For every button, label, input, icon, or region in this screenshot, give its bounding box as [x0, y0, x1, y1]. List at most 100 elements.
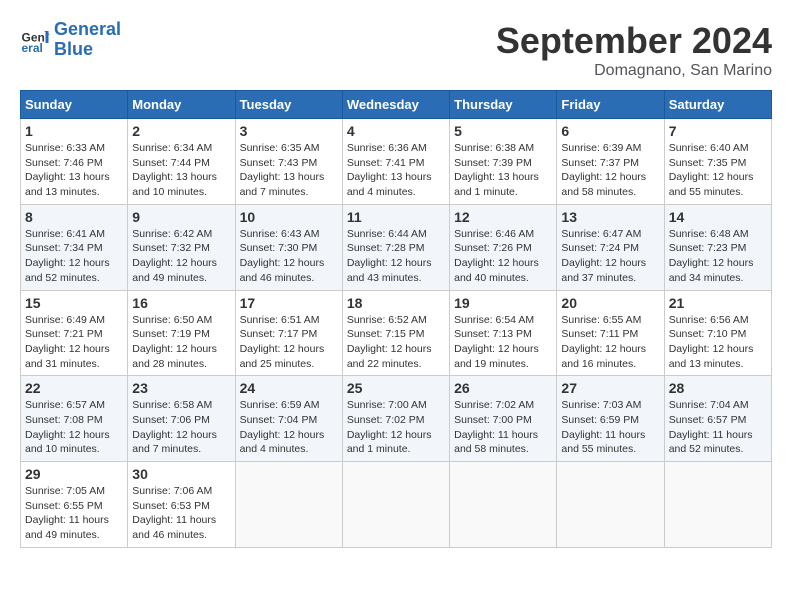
title-block: September 2024 Domagnano, San Marino — [496, 20, 772, 80]
day-number: 16 — [132, 295, 230, 311]
day-info: Sunrise: 6:50 AM Sunset: 7:19 PM Dayligh… — [132, 313, 230, 372]
day-info: Sunrise: 6:46 AM Sunset: 7:26 PM Dayligh… — [454, 227, 552, 286]
logo-text-line2: Blue — [54, 40, 121, 60]
calendar-cell: 27 Sunrise: 7:03 AM Sunset: 6:59 PM Dayli… — [557, 376, 664, 462]
calendar-cell: 2Sunrise: 6:34 AM Sunset: 7:44 PM Daylig… — [128, 119, 235, 205]
day-number: 8 — [25, 209, 123, 225]
day-info: Sunrise: 6:41 AM Sunset: 7:34 PM Dayligh… — [25, 227, 123, 286]
weekday-header-tuesday: Tuesday — [235, 91, 342, 119]
day-info: Sunrise: 6:40 AM Sunset: 7:35 PM Dayligh… — [669, 141, 767, 200]
day-number: 1 — [25, 123, 123, 139]
day-info: Sunrise: 6:52 AM Sunset: 7:15 PM Dayligh… — [347, 313, 445, 372]
day-number: 30 — [132, 466, 230, 482]
page-header: Gen eral General Blue September 2024 Dom… — [20, 20, 772, 80]
calendar-cell: 8 Sunrise: 6:41 AM Sunset: 7:34 PM Daylig… — [21, 204, 128, 290]
month-title: September 2024 — [496, 20, 772, 62]
calendar-week-2: 8 Sunrise: 6:41 AM Sunset: 7:34 PM Daylig… — [21, 204, 772, 290]
day-number: 11 — [347, 209, 445, 225]
day-info: Sunrise: 6:59 AM Sunset: 7:04 PM Dayligh… — [240, 398, 338, 457]
calendar-cell: 15 Sunrise: 6:49 AM Sunset: 7:21 PM Dayli… — [21, 290, 128, 376]
day-number: 18 — [347, 295, 445, 311]
day-info: Sunrise: 7:03 AM Sunset: 6:59 PM Dayligh… — [561, 398, 659, 457]
calendar-cell: 20 Sunrise: 6:55 AM Sunset: 7:11 PM Dayli… — [557, 290, 664, 376]
calendar-table: SundayMondayTuesdayWednesdayThursdayFrid… — [20, 90, 772, 548]
calendar-cell: 18 Sunrise: 6:52 AM Sunset: 7:15 PM Dayli… — [342, 290, 449, 376]
day-info: Sunrise: 6:42 AM Sunset: 7:32 PM Dayligh… — [132, 227, 230, 286]
day-number: 15 — [25, 295, 123, 311]
day-number: 13 — [561, 209, 659, 225]
calendar-cell: 21Sunrise: 6:56 AM Sunset: 7:10 PM Dayli… — [664, 290, 771, 376]
day-number: 17 — [240, 295, 338, 311]
day-number: 14 — [669, 209, 767, 225]
day-info: Sunrise: 7:06 AM Sunset: 6:53 PM Dayligh… — [132, 484, 230, 543]
calendar-cell — [450, 462, 557, 548]
day-number: 20 — [561, 295, 659, 311]
day-number: 12 — [454, 209, 552, 225]
calendar-cell: 14 Sunrise: 6:48 AM Sunset: 7:23 PM Dayli… — [664, 204, 771, 290]
day-number: 26 — [454, 380, 552, 396]
weekday-header-wednesday: Wednesday — [342, 91, 449, 119]
calendar-cell: 9 Sunrise: 6:42 AM Sunset: 7:32 PM Daylig… — [128, 204, 235, 290]
day-number: 6 — [561, 123, 659, 139]
weekday-header-monday: Monday — [128, 91, 235, 119]
day-info: Sunrise: 6:48 AM Sunset: 7:23 PM Dayligh… — [669, 227, 767, 286]
day-number: 29 — [25, 466, 123, 482]
calendar-cell: 28Sunrise: 7:04 AM Sunset: 6:57 PM Dayli… — [664, 376, 771, 462]
day-number: 23 — [132, 380, 230, 396]
calendar-cell: 11Sunrise: 6:44 AM Sunset: 7:28 PM Dayli… — [342, 204, 449, 290]
day-number: 5 — [454, 123, 552, 139]
calendar-week-4: 22 Sunrise: 6:57 AM Sunset: 7:08 PM Dayli… — [21, 376, 772, 462]
weekday-header-saturday: Saturday — [664, 91, 771, 119]
weekday-header-thursday: Thursday — [450, 91, 557, 119]
day-number: 9 — [132, 209, 230, 225]
day-info: Sunrise: 7:00 AM Sunset: 7:02 PM Dayligh… — [347, 398, 445, 457]
calendar-cell: 23 Sunrise: 6:58 AM Sunset: 7:06 PM Dayli… — [128, 376, 235, 462]
svg-text:eral: eral — [22, 41, 43, 55]
calendar-cell — [557, 462, 664, 548]
calendar-cell: 4Sunrise: 6:36 AM Sunset: 7:41 PM Daylig… — [342, 119, 449, 205]
calendar-cell: 19 Sunrise: 6:54 AM Sunset: 7:13 PM Dayli… — [450, 290, 557, 376]
day-info: Sunrise: 6:57 AM Sunset: 7:08 PM Dayligh… — [25, 398, 123, 457]
day-number: 24 — [240, 380, 338, 396]
day-info: Sunrise: 7:02 AM Sunset: 7:00 PM Dayligh… — [454, 398, 552, 457]
location-subtitle: Domagnano, San Marino — [496, 62, 772, 80]
calendar-cell: 7Sunrise: 6:40 AM Sunset: 7:35 PM Daylig… — [664, 119, 771, 205]
calendar-cell: 12 Sunrise: 6:46 AM Sunset: 7:26 PM Dayli… — [450, 204, 557, 290]
day-info: Sunrise: 6:33 AM Sunset: 7:46 PM Dayligh… — [25, 141, 123, 200]
day-number: 28 — [669, 380, 767, 396]
calendar-cell: 30 Sunrise: 7:06 AM Sunset: 6:53 PM Dayli… — [128, 462, 235, 548]
calendar-cell: 24 Sunrise: 6:59 AM Sunset: 7:04 PM Dayli… — [235, 376, 342, 462]
calendar-cell — [664, 462, 771, 548]
day-number: 3 — [240, 123, 338, 139]
weekday-header-friday: Friday — [557, 91, 664, 119]
day-number: 2 — [132, 123, 230, 139]
day-info: Sunrise: 6:54 AM Sunset: 7:13 PM Dayligh… — [454, 313, 552, 372]
day-info: Sunrise: 6:58 AM Sunset: 7:06 PM Dayligh… — [132, 398, 230, 457]
calendar-cell: 25Sunrise: 7:00 AM Sunset: 7:02 PM Dayli… — [342, 376, 449, 462]
calendar-cell: 10 Sunrise: 6:43 AM Sunset: 7:30 PM Dayli… — [235, 204, 342, 290]
logo: Gen eral General Blue — [20, 20, 121, 60]
day-info: Sunrise: 6:55 AM Sunset: 7:11 PM Dayligh… — [561, 313, 659, 372]
calendar-cell: 3Sunrise: 6:35 AM Sunset: 7:43 PM Daylig… — [235, 119, 342, 205]
calendar-cell: 13 Sunrise: 6:47 AM Sunset: 7:24 PM Dayli… — [557, 204, 664, 290]
day-info: Sunrise: 6:49 AM Sunset: 7:21 PM Dayligh… — [25, 313, 123, 372]
day-number: 21 — [669, 295, 767, 311]
weekday-header-sunday: Sunday — [21, 91, 128, 119]
day-number: 22 — [25, 380, 123, 396]
day-info: Sunrise: 7:05 AM Sunset: 6:55 PM Dayligh… — [25, 484, 123, 543]
weekday-header-row: SundayMondayTuesdayWednesdayThursdayFrid… — [21, 91, 772, 119]
calendar-cell: 29 Sunrise: 7:05 AM Sunset: 6:55 PM Dayli… — [21, 462, 128, 548]
day-number: 27 — [561, 380, 659, 396]
day-number: 10 — [240, 209, 338, 225]
calendar-cell — [235, 462, 342, 548]
day-info: Sunrise: 6:39 AM Sunset: 7:37 PM Dayligh… — [561, 141, 659, 200]
day-number: 4 — [347, 123, 445, 139]
logo-icon: Gen eral — [20, 25, 50, 55]
day-info: Sunrise: 6:47 AM Sunset: 7:24 PM Dayligh… — [561, 227, 659, 286]
day-info: Sunrise: 6:51 AM Sunset: 7:17 PM Dayligh… — [240, 313, 338, 372]
day-info: Sunrise: 6:38 AM Sunset: 7:39 PM Dayligh… — [454, 141, 552, 200]
calendar-cell: 1 Sunrise: 6:33 AM Sunset: 7:46 PM Daylig… — [21, 119, 128, 205]
calendar-body: 1 Sunrise: 6:33 AM Sunset: 7:46 PM Daylig… — [21, 119, 772, 548]
day-number: 19 — [454, 295, 552, 311]
day-info: Sunrise: 6:43 AM Sunset: 7:30 PM Dayligh… — [240, 227, 338, 286]
